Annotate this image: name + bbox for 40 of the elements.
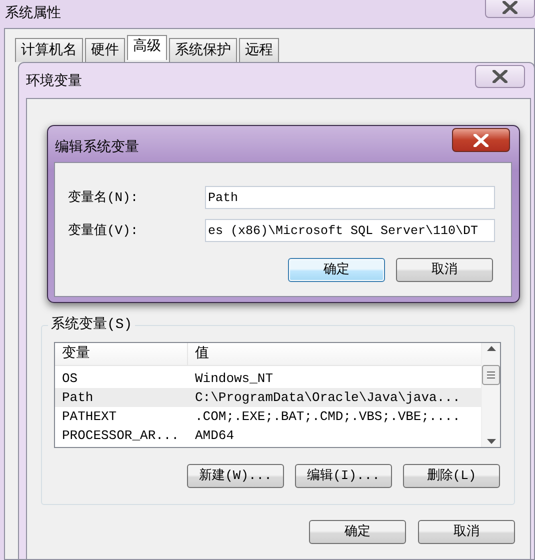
- column-header[interactable]: 变量: [55, 343, 188, 365]
- close-button[interactable]: [475, 65, 525, 88]
- text-field[interactable]: es (x86)\Microsoft SQL Server\110\DT: [205, 219, 495, 242]
- tab[interactable]: 系统保护: [169, 38, 237, 62]
- dialog-button[interactable]: 取消: [418, 520, 515, 544]
- table-cell-text: PATHEXT: [61, 408, 118, 426]
- close-icon: [502, 0, 518, 14]
- close-button[interactable]: [452, 128, 510, 152]
- dialog-button[interactable]: 确定: [288, 258, 385, 282]
- dialog-title: 编辑系统变量: [55, 138, 139, 157]
- table-cell-text: C:\ProgramData\Oracle\Java\java...: [194, 389, 462, 407]
- action-button[interactable]: 新建(W)...: [187, 464, 284, 488]
- tab[interactable]: 高级: [127, 35, 167, 60]
- scroll-down-icon[interactable]: [486, 439, 496, 444]
- action-button[interactable]: 编辑(I)...: [295, 464, 392, 488]
- close-icon: [492, 70, 508, 83]
- tab[interactable]: 硬件: [85, 38, 125, 62]
- scroll-thumb[interactable]: [482, 365, 500, 385]
- column-header[interactable]: 值: [188, 343, 481, 365]
- action-button[interactable]: 删除(L): [403, 464, 500, 488]
- table-cell-text: Path: [61, 389, 94, 407]
- tab[interactable]: 远程: [239, 38, 279, 62]
- table-cell-text: PROCESSOR_AR...: [61, 427, 180, 445]
- table-row[interactable]: Path C:\ProgramData\Oracle\Java\java...: [55, 388, 481, 407]
- scrollbar[interactable]: [481, 343, 500, 447]
- tab[interactable]: 计算机名: [15, 38, 83, 62]
- dialog-button[interactable]: 取消: [396, 258, 493, 282]
- window-title: 环境变量: [26, 72, 82, 91]
- text-field[interactable]: Path: [205, 186, 495, 209]
- table-cell-text: Windows_NT: [194, 370, 274, 388]
- close-button[interactable]: [485, 0, 535, 18]
- field-label: 变量值(V):: [68, 222, 140, 240]
- table-cell-text: .COM;.EXE;.BAT;.CMD;.VBS;.VBE;....: [194, 408, 462, 426]
- close-icon: [473, 134, 489, 146]
- table-cell-text: OS: [61, 370, 79, 388]
- table-cell-text: AMD64: [194, 427, 236, 445]
- window-title: 系统属性: [5, 4, 61, 23]
- dialog-button[interactable]: 确定: [309, 520, 406, 544]
- scroll-up-icon[interactable]: [486, 346, 496, 351]
- field-label: 变量名(N):: [68, 188, 140, 207]
